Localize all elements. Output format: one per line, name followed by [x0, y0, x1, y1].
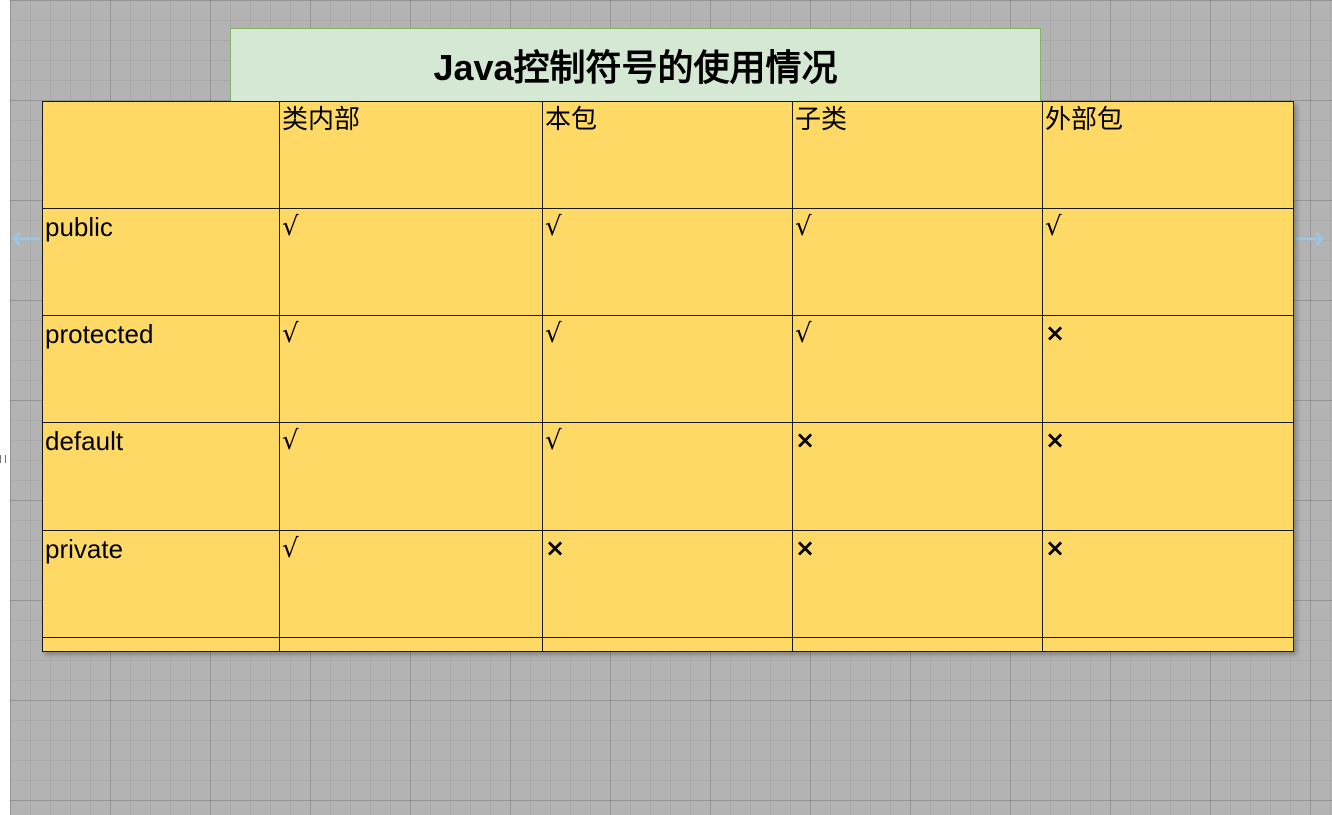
table-cell[interactable]: √ [279, 208, 543, 317]
connector-arrow-left-icon[interactable] [10, 229, 40, 249]
table-header-row: 类内部 本包 子类 外部包 [42, 100, 1294, 210]
table-cell[interactable]: √ [279, 529, 543, 638]
table-row-default: default √ √ × × [42, 422, 1294, 531]
table-cell[interactable]: × [1042, 529, 1294, 638]
row-label-empty[interactable] [42, 636, 280, 653]
access-modifier-table[interactable]: 类内部 本包 子类 外部包 public √ √ √ √ protected √… [42, 100, 1294, 653]
table-cell[interactable]: × [1042, 422, 1294, 531]
diagram-title[interactable]: Java控制符号的使用情况 [230, 28, 1041, 101]
table-cell[interactable]: √ [792, 208, 1043, 317]
table-cell[interactable]: × [792, 422, 1043, 531]
table-cell[interactable]: √ [279, 422, 543, 531]
table-cell[interactable] [1042, 636, 1294, 653]
table-cell[interactable]: √ [542, 208, 793, 317]
table-row-private: private √ × × × [42, 529, 1294, 638]
table-cell[interactable] [542, 636, 793, 653]
table-cell[interactable] [792, 636, 1043, 653]
table-cell[interactable] [279, 636, 543, 653]
table-cell[interactable]: × [542, 529, 793, 638]
header-corner-cell[interactable] [42, 100, 280, 210]
table-row-protected: protected √ √ √ × [42, 315, 1294, 424]
table-cell[interactable]: √ [279, 315, 543, 424]
canvas-left-margin [0, 0, 10, 815]
table-row-empty [42, 636, 1294, 653]
connector-arrow-right-icon[interactable] [1296, 229, 1326, 249]
row-label-public[interactable]: public [42, 208, 280, 317]
header-cell-same-package[interactable]: 本包 [542, 100, 793, 210]
table-cell[interactable]: √ [792, 315, 1043, 424]
header-cell-class-internal[interactable]: 类内部 [279, 100, 543, 210]
resize-handle[interactable] [0, 455, 6, 463]
row-label-private[interactable]: private [42, 529, 280, 638]
row-label-default[interactable]: default [42, 422, 280, 531]
header-cell-external-package[interactable]: 外部包 [1042, 100, 1294, 210]
table-cell[interactable]: × [1042, 315, 1294, 424]
table-cell[interactable]: √ [1042, 208, 1294, 317]
table-cell[interactable]: √ [542, 422, 793, 531]
row-label-protected[interactable]: protected [42, 315, 280, 424]
table-cell[interactable]: √ [542, 315, 793, 424]
table-cell[interactable]: × [792, 529, 1043, 638]
header-cell-subclass[interactable]: 子类 [792, 100, 1043, 210]
table-row-public: public √ √ √ √ [42, 208, 1294, 317]
